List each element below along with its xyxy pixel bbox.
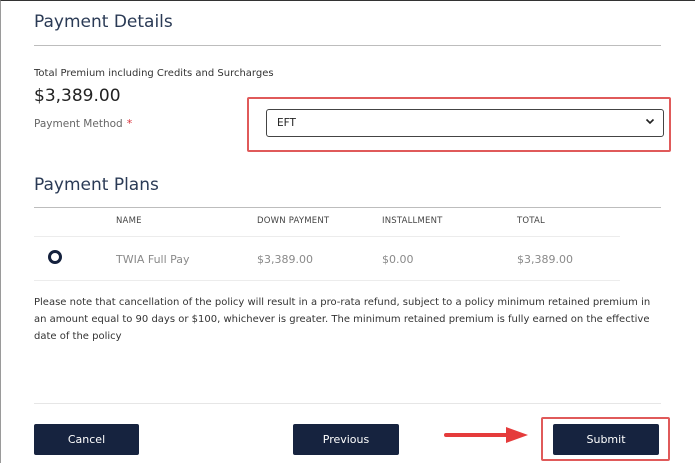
plan-radio-button[interactable] [48,250,62,264]
table-divider [34,236,620,237]
column-header-installment: INSTALLMENT [382,216,443,226]
table-divider [34,280,620,281]
payment-method-selected-value: EFT [277,117,296,129]
payment-method-select[interactable]: EFT [266,109,664,137]
premium-label: Total Premium including Credits and Surc… [34,68,274,79]
column-header-down-payment: DOWN PAYMENT [257,216,330,226]
divider [34,45,661,46]
submit-button[interactable]: Submit [553,424,659,455]
divider [34,207,661,208]
plan-total: $3,389.00 [517,253,573,266]
plan-down-payment: $3,389.00 [257,253,313,266]
plan-name: TWIA Full Pay [116,253,190,266]
payment-method-label: Payment Method * [34,117,132,130]
column-header-total: TOTAL [517,216,545,226]
payment-method-label-text: Payment Method [34,118,123,130]
required-marker: * [126,117,133,130]
column-header-name: NAME [116,216,142,226]
arrow-right-icon [444,427,528,443]
divider [34,403,661,404]
plan-installment: $0.00 [382,253,414,266]
cancel-button[interactable]: Cancel [34,424,139,455]
payment-plans-title: Payment Plans [34,175,159,195]
cancellation-notice: Please note that cancellation of the pol… [34,297,651,342]
premium-value: $3,389.00 [34,86,121,106]
payment-details-title: Payment Details [34,12,173,32]
previous-button[interactable]: Previous [293,424,399,455]
chevron-down-icon [645,118,655,125]
